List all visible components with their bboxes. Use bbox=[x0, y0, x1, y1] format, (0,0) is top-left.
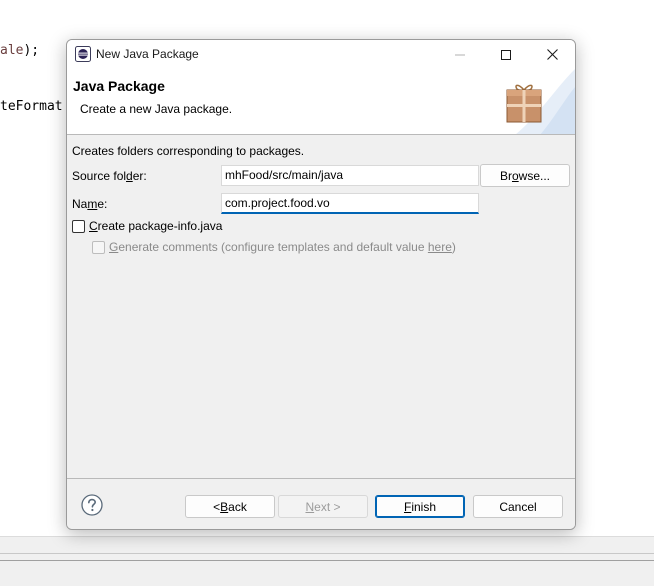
checkbox-label: Generate comments (configure templates a… bbox=[109, 240, 456, 254]
next-button: Next > bbox=[278, 495, 368, 518]
source-folder-input[interactable]: mhFood/src/main/java bbox=[221, 165, 479, 186]
divider bbox=[0, 553, 654, 554]
help-icon[interactable] bbox=[81, 494, 103, 516]
cancel-button[interactable]: Cancel bbox=[473, 495, 563, 518]
intro-text: Creates folders corresponding to package… bbox=[72, 144, 305, 158]
title-bar[interactable]: New Java Package bbox=[67, 40, 575, 69]
package-icon bbox=[506, 84, 542, 123]
source-folder-label: Source folder: bbox=[72, 169, 147, 183]
configure-templates-link: here bbox=[427, 240, 452, 254]
maximize-icon bbox=[501, 49, 511, 60]
status-area bbox=[0, 536, 654, 586]
eclipse-icon bbox=[75, 46, 91, 62]
minimize-icon bbox=[455, 54, 465, 55]
name-label: Name: bbox=[72, 197, 108, 211]
code-line: teFormat bbox=[0, 99, 63, 114]
generate-comments-checkbox: Generate comments (configure templates a… bbox=[92, 240, 456, 254]
browse-button[interactable]: Br o wse... bbox=[480, 164, 570, 187]
new-java-package-dialog: New Java Package Java Package Create a n… bbox=[66, 39, 576, 530]
package-name-input[interactable]: com.project.food.vo bbox=[221, 193, 479, 214]
checkbox-box[interactable] bbox=[72, 219, 85, 233]
minimize-button[interactable] bbox=[437, 40, 483, 69]
divider bbox=[0, 560, 654, 561]
checkbox-label: Create package-info.java bbox=[89, 219, 223, 233]
checkbox-box bbox=[92, 240, 105, 254]
wizard-description: Create a new Java package. bbox=[80, 102, 233, 116]
back-button[interactable]: < Back bbox=[185, 495, 275, 518]
wizard-banner: Java Package Create a new Java package. bbox=[67, 69, 575, 135]
button-bar: < Back Next > Finish Cancel bbox=[67, 478, 575, 529]
wizard-content: Creates folders corresponding to package… bbox=[67, 136, 575, 478]
wizard-heading: Java Package bbox=[73, 78, 165, 94]
create-package-info-checkbox[interactable]: Create package-info.java bbox=[72, 219, 222, 233]
maximize-button[interactable] bbox=[483, 40, 529, 69]
finish-button[interactable]: Finish bbox=[375, 495, 465, 518]
code-line: ale); bbox=[0, 43, 40, 58]
close-icon bbox=[546, 49, 558, 60]
close-button[interactable] bbox=[529, 40, 575, 69]
dialog-title: New Java Package bbox=[96, 47, 199, 61]
